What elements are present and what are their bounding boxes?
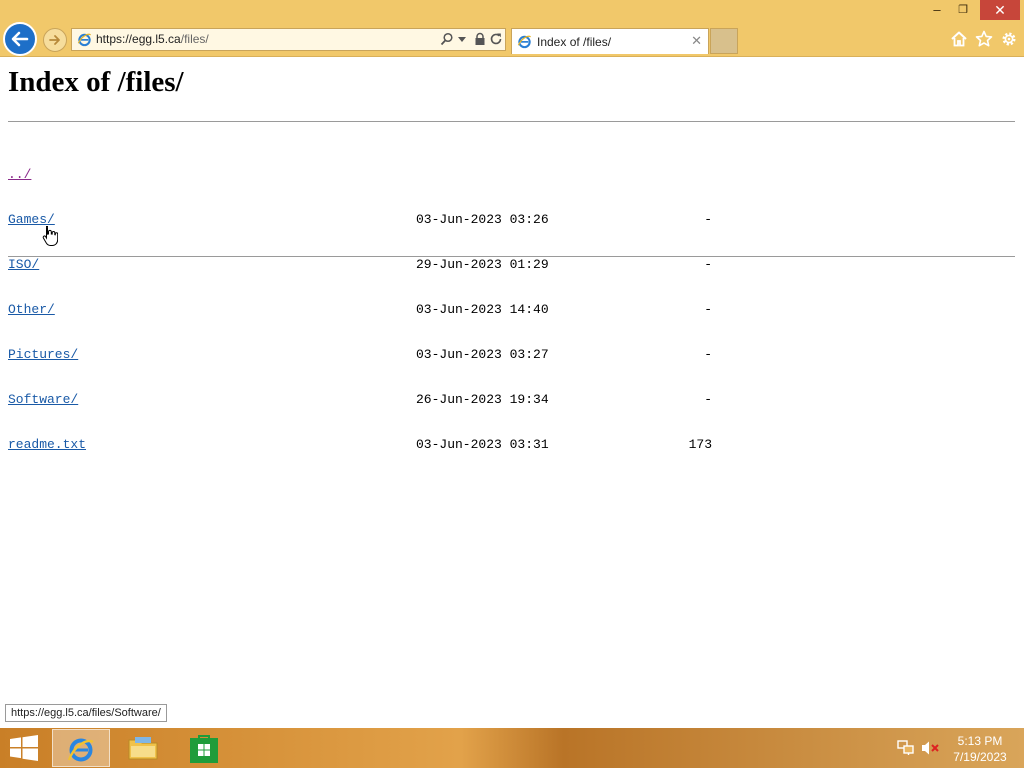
file-size: - <box>704 392 712 407</box>
tab-title: Index of /files/ <box>537 35 612 49</box>
back-button[interactable] <box>3 22 37 56</box>
file-size: - <box>704 347 712 362</box>
url-path: /files/ <box>180 32 209 46</box>
listing-row-parent: ../ <box>8 167 728 182</box>
search-icon[interactable] <box>440 32 454 46</box>
link-pictures[interactable]: Pictures/ <box>8 347 78 362</box>
link-other[interactable]: Other/ <box>8 302 55 317</box>
modified-date: 03-Jun-2023 03:26 <box>416 212 549 227</box>
page-title: Index of /files/ <box>8 66 184 98</box>
chevron-down-icon[interactable] <box>458 37 466 43</box>
listing-row: ISO/ 29-Jun-2023 01:29 - <box>8 257 728 272</box>
clock-date: 7/19/2023 <box>953 750 1007 764</box>
forward-arrow-icon <box>49 35 60 45</box>
modified-date: 03-Jun-2023 03:31 <box>416 437 549 452</box>
address-url[interactable]: https://egg.l5.ca/files/ <box>96 32 209 46</box>
file-size: - <box>704 257 712 272</box>
hand-cursor-icon <box>42 226 58 246</box>
tab-close-button[interactable]: ✕ <box>691 33 702 49</box>
ie-icon <box>77 33 91 47</box>
lock-icon[interactable] <box>473 32 487 46</box>
gear-icon[interactable] <box>1000 30 1018 48</box>
close-window-button[interactable]: ✕ <box>980 0 1020 20</box>
back-arrow-icon <box>11 31 29 47</box>
network-icon[interactable] <box>897 740 915 756</box>
listing-row: readme.txt 03-Jun-2023 03:31 173 <box>8 437 728 452</box>
file-size: - <box>704 212 712 227</box>
url-host: https://egg.l5.ca <box>96 32 181 46</box>
volume-muted-icon[interactable] <box>920 740 940 756</box>
link-readme[interactable]: readme.txt <box>8 437 86 452</box>
tab-index-files[interactable]: Index of /files/ ✕ <box>511 28 709 54</box>
favorites-star-icon[interactable] <box>975 30 993 48</box>
taskbar-file-explorer[interactable] <box>114 729 172 767</box>
taskbar-clock[interactable]: 5:13 PM 7/19/2023 <box>948 733 1012 765</box>
divider-top <box>8 121 1015 122</box>
link-software[interactable]: Software/ <box>8 392 78 407</box>
modified-date: 29-Jun-2023 01:29 <box>416 257 549 272</box>
listing-row: Other/ 03-Jun-2023 14:40 - <box>8 302 728 317</box>
listing-row: Pictures/ 03-Jun-2023 03:27 - <box>8 347 728 362</box>
status-url-tooltip: https://egg.l5.ca/files/Software/ <box>5 704 167 722</box>
listing-row: Games/ 03-Jun-2023 03:26 - <box>8 212 728 227</box>
link-iso[interactable]: ISO/ <box>8 257 39 272</box>
windows-start-icon[interactable] <box>8 734 40 762</box>
divider-bottom <box>8 256 1015 257</box>
link-parent-dir[interactable]: ../ <box>8 167 31 182</box>
listing-row: Software/ 26-Jun-2023 19:34 - <box>8 392 728 407</box>
page-content: Index of /files/ ../ Games/ 03-Jun-2023 … <box>0 57 1024 727</box>
ie-icon <box>517 35 531 49</box>
taskbar-internet-explorer[interactable] <box>52 729 110 767</box>
store-icon <box>190 735 218 763</box>
directory-listing: ../ Games/ 03-Jun-2023 03:26 - ISO/ 29-J… <box>8 137 728 482</box>
new-tab-button[interactable] <box>710 28 738 54</box>
taskbar-windows-store[interactable] <box>176 729 234 767</box>
modified-date: 26-Jun-2023 19:34 <box>416 392 549 407</box>
browser-chrome: – ❐ ✕ https://egg.l5.ca/files/ Index of … <box>0 0 1024 57</box>
modified-date: 03-Jun-2023 03:27 <box>416 347 549 362</box>
clock-time: 5:13 PM <box>957 734 1003 748</box>
address-bar[interactable]: https://egg.l5.ca/files/ <box>71 28 506 51</box>
file-size: - <box>704 302 712 317</box>
forward-button[interactable] <box>43 28 67 52</box>
modified-date: 03-Jun-2023 14:40 <box>416 302 549 317</box>
taskbar <box>0 728 1024 768</box>
ie-icon <box>67 738 94 762</box>
file-size: 173 <box>688 437 712 452</box>
folder-icon <box>128 737 158 760</box>
restore-button[interactable]: ❐ <box>946 0 980 20</box>
refresh-icon[interactable] <box>489 32 503 46</box>
home-icon[interactable] <box>950 30 968 48</box>
